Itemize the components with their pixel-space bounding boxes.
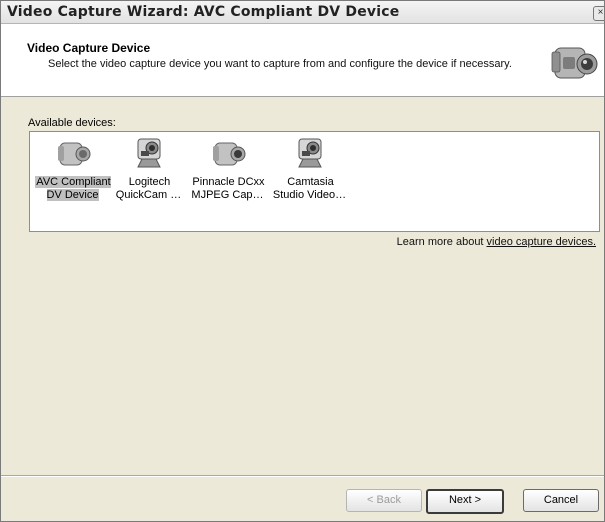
device-pinnacle-dcxx[interactable]: Pinnacle DCxx MJPEG Cap… [187,135,269,227]
device-label: Camtasia Studio Video… [272,176,347,201]
device-logitech-quickcam[interactable]: Logitech QuickCam … [108,135,190,227]
back-button[interactable]: < Back [346,489,422,512]
window-title: Video Capture Wizard: AVC Compliant DV D… [7,4,400,20]
webcam-icon [137,138,161,168]
title-bar[interactable]: Video Capture Wizard: AVC Compliant DV D… [1,1,604,24]
close-icon: × [597,7,604,18]
device-label: Pinnacle DCxx MJPEG Cap… [191,176,265,201]
learn-more-prefix: Learn more about [396,236,487,248]
learn-more-line: Learn more about video capture devices. [397,236,596,248]
webcam-icon [298,138,322,168]
page-description: Select the video capture device you want… [48,58,512,70]
device-avc-dv[interactable]: AVC Compliant DV Device [32,135,114,227]
wizard-header: Video Capture Device Select the video ca… [1,24,604,97]
device-list: AVC Compliant DV Device Logitech QuickCa… [29,131,600,232]
device-label: AVC Compliant DV Device [35,176,111,201]
page-title: Video Capture Device [27,41,151,55]
device-camtasia-studio[interactable]: Camtasia Studio Video… [269,135,351,227]
video-capture-devices-link[interactable]: video capture devices. [487,236,596,248]
camcorder-icon [58,142,91,166]
camcorder-icon [213,142,246,166]
next-button[interactable]: Next > [426,489,504,514]
button-divider [1,475,604,477]
close-button[interactable]: × [593,6,604,21]
wizard-window: Video Capture Wizard: AVC Compliant DV D… [0,0,605,522]
device-label: Logitech QuickCam … [115,176,182,201]
cancel-button[interactable]: Cancel [523,489,599,512]
camcorder-icon [551,47,598,79]
available-devices-label: Available devices: [28,117,116,129]
